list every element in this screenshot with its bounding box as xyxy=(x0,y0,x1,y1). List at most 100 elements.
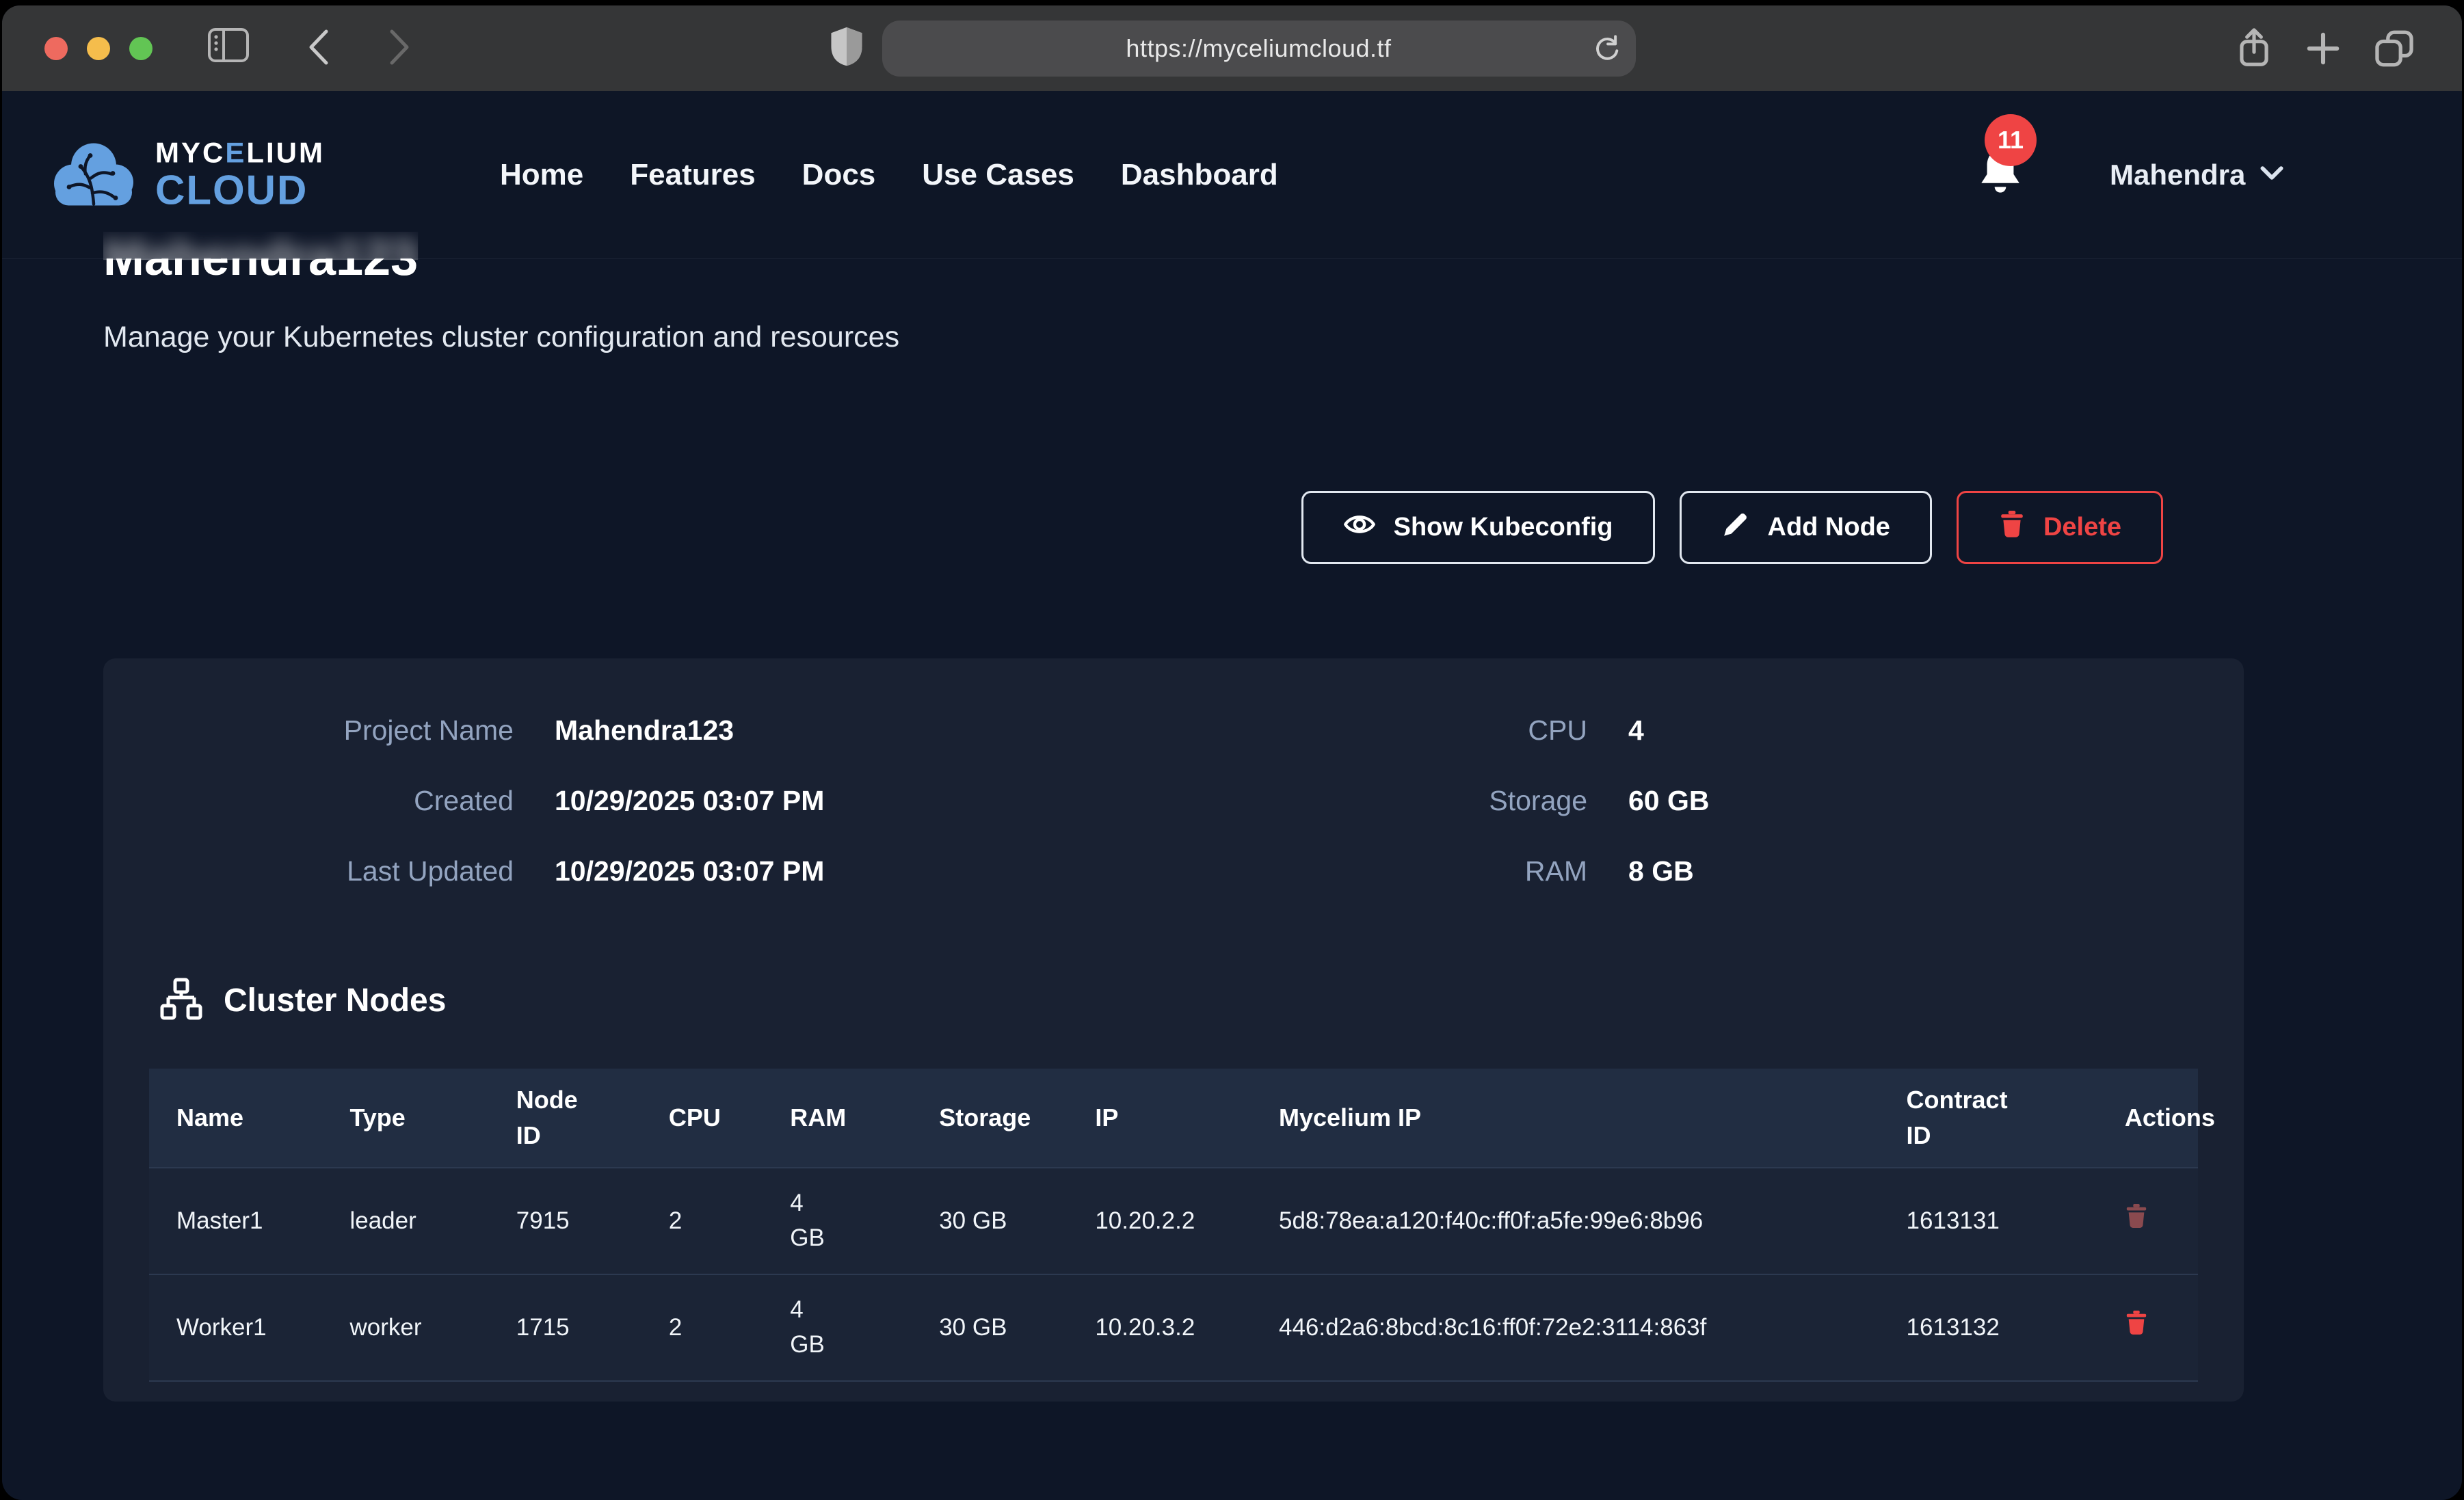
show-kubeconfig-button[interactable]: Show Kubeconfig xyxy=(1301,491,1655,564)
nav-dashboard[interactable]: Dashboard xyxy=(1121,158,1278,192)
trash-icon xyxy=(1998,510,2026,546)
cell-type: leader xyxy=(322,1168,488,1274)
cell-mycelium-ip: 5d8:78ea:a120:f40c:ff0f:a5fe:99e6:8b96 xyxy=(1251,1168,1879,1274)
mycelium-cloud-logo-icon xyxy=(50,138,137,211)
cell-contract-id: 1613131 xyxy=(1879,1168,2097,1274)
traffic-lights xyxy=(44,5,153,91)
detail-value: 8 GB xyxy=(1628,848,2244,894)
user-name: Mahendra xyxy=(2110,159,2245,191)
delete-cluster-button[interactable]: Delete xyxy=(1957,491,2163,564)
table-header-row: Name Type Node ID CPU RAM Storage IP Myc… xyxy=(149,1069,2198,1168)
delete-label: Delete xyxy=(2043,513,2121,542)
network-nodes-icon xyxy=(159,977,203,1024)
share-icon[interactable] xyxy=(2236,27,2272,70)
col-contract-id: Contract ID xyxy=(1879,1069,2097,1168)
col-type: Type xyxy=(322,1069,488,1168)
cluster-details: Project Name Mahendra123 CPU 4 Created 1… xyxy=(103,658,2244,894)
detail-label: CPU xyxy=(1245,708,1587,753)
cluster-nodes-heading: Cluster Nodes xyxy=(159,977,446,1024)
logo-text: MYCELIUM CLOUD xyxy=(155,139,325,211)
back-icon[interactable] xyxy=(304,27,332,67)
detail-label: Created xyxy=(103,778,514,823)
col-name: Name xyxy=(149,1069,322,1168)
cluster-nodes-title: Cluster Nodes xyxy=(224,982,446,1019)
chevron-down-icon xyxy=(2260,165,2283,184)
notification-count-badge: 11 xyxy=(1985,114,2037,166)
cell-actions xyxy=(2097,1168,2198,1274)
new-tab-icon[interactable] xyxy=(2305,30,2342,67)
table-row: Worker1 worker 1715 2 4 GB 30 GB 10.20.3… xyxy=(149,1274,2198,1381)
cell-node-id: 1715 xyxy=(489,1274,641,1381)
site-logo[interactable]: MYCELIUM CLOUD xyxy=(50,138,325,211)
cell-node-id: 7915 xyxy=(489,1168,641,1274)
cell-mycelium-ip: 446:d2a6:8bcd:8c16:ff0f:72e2:3114:863f xyxy=(1251,1274,1879,1381)
cell-ram: 4 GB xyxy=(763,1168,912,1274)
cluster-actions: Show Kubeconfig Add Node Delete xyxy=(1301,491,2163,564)
minimize-window-button[interactable] xyxy=(87,37,110,60)
detail-label: Last Updated xyxy=(103,848,514,894)
col-storage: Storage xyxy=(912,1069,1068,1168)
reload-icon[interactable] xyxy=(1592,34,1622,64)
add-node-label: Add Node xyxy=(1768,513,1890,542)
cell-actions xyxy=(2097,1274,2198,1381)
cell-cpu: 2 xyxy=(641,1274,763,1381)
privacy-shield-icon[interactable] xyxy=(829,25,864,71)
detail-value: 60 GB xyxy=(1628,778,2244,823)
col-ip: IP xyxy=(1068,1069,1251,1168)
detail-value: 10/29/2025 03:07 PM xyxy=(555,848,1204,894)
desktop: https://myceliumcloud.tf xyxy=(0,0,2464,1500)
sidebar-toggle-icon[interactable] xyxy=(207,27,250,63)
cluster-nodes-table: Name Type Node ID CPU RAM Storage IP Myc… xyxy=(149,1069,2198,1382)
logo-line2: CLOUD xyxy=(155,170,325,211)
cell-storage: 30 GB xyxy=(912,1168,1068,1274)
pencil-icon xyxy=(1721,510,1750,546)
col-cpu: CPU xyxy=(641,1069,763,1168)
cell-type: worker xyxy=(322,1274,488,1381)
browser-window: https://myceliumcloud.tf xyxy=(2,5,2462,1500)
web-page: Mahendra123 Mahendra123 Manage your Kube… xyxy=(2,91,2462,1500)
delete-node-icon[interactable] xyxy=(2125,1310,2148,1338)
close-window-button[interactable] xyxy=(44,37,68,60)
cell-ip: 10.20.2.2 xyxy=(1068,1168,1251,1274)
add-node-button[interactable]: Add Node xyxy=(1680,491,1932,564)
cell-cpu: 2 xyxy=(641,1168,763,1274)
table-row: Master1 leader 7915 2 4 GB 30 GB 10.20.2… xyxy=(149,1168,2198,1274)
eye-icon xyxy=(1343,511,1376,545)
browser-actions xyxy=(2236,5,2414,91)
delete-node-icon[interactable] xyxy=(2125,1203,2148,1231)
detail-label: Project Name xyxy=(103,708,514,753)
url-text: https://myceliumcloud.tf xyxy=(1126,34,1391,63)
address-bar[interactable]: https://myceliumcloud.tf xyxy=(882,21,1636,77)
cell-name: Master1 xyxy=(149,1168,322,1274)
cell-contract-id: 1613132 xyxy=(1879,1274,2097,1381)
site-header: MYCELIUM CLOUD Home Features Docs Use Ca… xyxy=(2,91,2462,259)
detail-value: 4 xyxy=(1628,708,2244,753)
address-zone: https://myceliumcloud.tf xyxy=(829,5,1636,91)
nav-features[interactable]: Features xyxy=(630,158,755,192)
cell-ram: 4 GB xyxy=(763,1274,912,1381)
col-actions: Actions xyxy=(2097,1069,2198,1168)
col-ram: RAM xyxy=(763,1069,912,1168)
show-kubeconfig-label: Show Kubeconfig xyxy=(1394,513,1613,542)
user-menu[interactable]: Mahendra xyxy=(2110,159,2283,191)
col-node-id: Node ID xyxy=(489,1069,641,1168)
nav-docs[interactable]: Docs xyxy=(802,158,876,192)
detail-value: Mahendra123 xyxy=(555,708,1204,753)
notifications-button[interactable]: 11 xyxy=(1975,144,2030,206)
detail-value: 10/29/2025 03:07 PM xyxy=(555,778,1204,823)
browser-toolbar: https://myceliumcloud.tf xyxy=(2,5,2462,91)
page-subtitle: Manage your Kubernetes cluster configura… xyxy=(103,321,899,354)
col-mycelium-ip: Mycelium IP xyxy=(1251,1069,1879,1168)
cell-ip: 10.20.3.2 xyxy=(1068,1274,1251,1381)
cell-storage: 30 GB xyxy=(912,1274,1068,1381)
detail-label: RAM xyxy=(1245,848,1587,894)
nav-use-cases[interactable]: Use Cases xyxy=(922,158,1074,192)
tab-overview-icon[interactable] xyxy=(2374,29,2414,68)
fullscreen-window-button[interactable] xyxy=(129,37,153,60)
logo-line1: MYCELIUM xyxy=(155,139,325,168)
nav-home[interactable]: Home xyxy=(500,158,583,192)
forward-icon[interactable] xyxy=(386,27,414,67)
cluster-details-card: Project Name Mahendra123 CPU 4 Created 1… xyxy=(103,658,2244,1402)
main-nav: Home Features Docs Use Cases Dashboard xyxy=(500,91,1278,259)
detail-label: Storage xyxy=(1245,778,1587,823)
